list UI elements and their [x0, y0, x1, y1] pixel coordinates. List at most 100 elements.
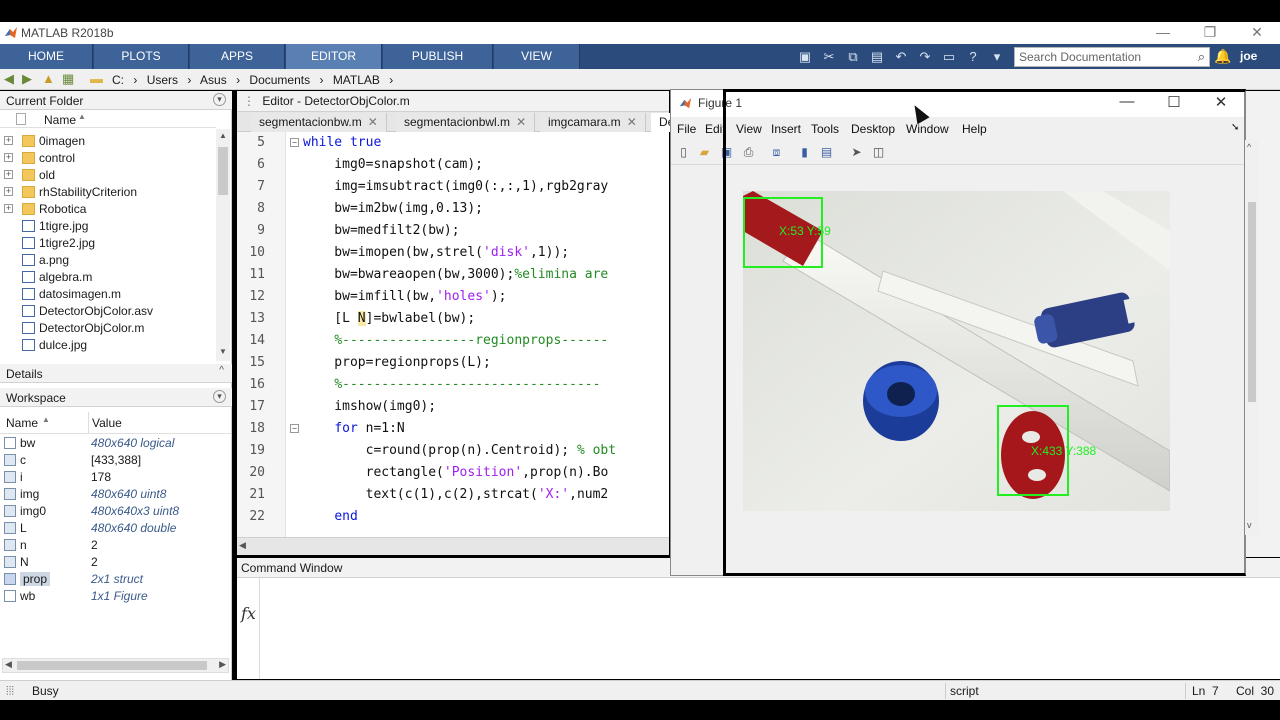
- breadcrumb-item[interactable]: C:: [112, 73, 124, 87]
- command-window[interactable]: fx: [237, 578, 1280, 679]
- list-item[interactable]: + control: [0, 150, 216, 167]
- breadcrumb-item[interactable]: Users: [147, 73, 178, 87]
- fold-toggle-icon[interactable]: −: [290, 138, 299, 147]
- scroll-up-icon[interactable]: ^: [1247, 142, 1251, 152]
- code-line[interactable]: 9 bw=medfilt2(bw);: [237, 220, 669, 242]
- list-item[interactable]: algebra.m: [0, 269, 216, 286]
- search-icon[interactable]: ⌕: [1198, 49, 1205, 65]
- paste-icon[interactable]: ▤: [867, 48, 887, 65]
- notification-bell-icon[interactable]: 🔔: [1214, 48, 1231, 64]
- value-column-header[interactable]: Value: [92, 416, 122, 430]
- code-line[interactable]: 6 img0=snapshot(cam);: [237, 154, 669, 176]
- expand-icon[interactable]: +: [4, 204, 13, 213]
- list-item[interactable]: + old: [0, 167, 216, 184]
- breadcrumb-item[interactable]: Documents: [249, 73, 310, 87]
- table-row[interactable]: img0 480x640x3 uint8: [0, 503, 231, 520]
- breadcrumb-item[interactable]: MATLAB: [333, 73, 380, 87]
- scroll-left-icon[interactable]: ◀: [5, 659, 12, 670]
- scroll-thumb[interactable]: [17, 661, 207, 670]
- table-row[interactable]: n2: [0, 537, 231, 554]
- table-row[interactable]: i 178: [0, 469, 231, 486]
- expand-icon[interactable]: +: [4, 187, 13, 196]
- editor-hscrollbar[interactable]: ◀: [237, 537, 669, 555]
- fold-toggle-icon[interactable]: −: [290, 424, 299, 433]
- redo-icon[interactable]: ↷: [915, 48, 935, 65]
- code-line[interactable]: 22 end: [237, 506, 669, 528]
- code-line[interactable]: 17 imshow(img0);: [237, 396, 669, 418]
- help-icon[interactable]: ?: [963, 48, 983, 65]
- search-documentation-input[interactable]: Search Documentation ⌕: [1014, 47, 1210, 67]
- tab-segmentacionbw[interactable]: segmentacionbw.m ✕: [251, 113, 387, 132]
- tab-plots[interactable]: PLOTS: [94, 44, 189, 69]
- tab-imgcamara[interactable]: imgcamara.m ✕: [540, 113, 646, 132]
- scroll-down-icon[interactable]: ▼: [219, 347, 227, 356]
- fx-prompt-icon[interactable]: fx: [241, 604, 256, 623]
- tab-home[interactable]: HOME: [0, 44, 93, 69]
- close-icon[interactable]: ✕: [1242, 24, 1272, 41]
- code-line[interactable]: 18 for n=1:N −: [237, 418, 669, 440]
- list-item[interactable]: 1tigre2.jpg: [0, 235, 216, 252]
- list-item[interactable]: + rhStabilityCriterion: [0, 184, 216, 201]
- tab-view[interactable]: VIEW: [494, 44, 580, 69]
- code-line[interactable]: 8 bw=im2bw(img,0.13);: [237, 198, 669, 220]
- restore-icon[interactable]: ❐: [1195, 24, 1225, 41]
- code-line[interactable]: 7 img=imsubtract(img0(:,:,1),rgb2gray: [237, 176, 669, 198]
- code-line[interactable]: 13 [L N]=bwlabel(bw);: [237, 308, 669, 330]
- workspace-hscrollbar[interactable]: ◀ ▶: [2, 658, 229, 673]
- close-tab-icon[interactable]: ✕: [627, 115, 637, 129]
- forward-arrow-icon[interactable]: ▶: [22, 71, 32, 87]
- code-line[interactable]: 12 bw=imfill(bw,'holes');: [237, 286, 669, 308]
- file-list-scrollbar[interactable]: ▲ ▼: [216, 129, 230, 361]
- options-icon[interactable]: ▾: [987, 48, 1007, 65]
- list-item[interactable]: a.png: [0, 252, 216, 269]
- minimize-icon[interactable]: —: [1148, 24, 1178, 40]
- code-line[interactable]: 16 %---------------------------------: [237, 374, 669, 396]
- code-line[interactable]: 11 bw=bwareaopen(bw,3000);%elimina are: [237, 264, 669, 286]
- tab-segmentacionbwl[interactable]: segmentacionbwl.m ✕: [396, 113, 536, 132]
- breadcrumb-item[interactable]: Asus: [200, 73, 227, 87]
- code-line[interactable]: 15 prop=regionprops(L);: [237, 352, 669, 374]
- new-figure-icon[interactable]: ▯: [675, 144, 692, 161]
- back-arrow-icon[interactable]: ◀: [4, 71, 14, 87]
- menu-file[interactable]: File: [677, 122, 696, 136]
- table-row[interactable]: c [433,388]: [0, 452, 231, 469]
- tab-apps[interactable]: APPS: [190, 44, 285, 69]
- scroll-right-icon[interactable]: ▶: [219, 659, 226, 670]
- expand-icon[interactable]: +: [4, 153, 13, 162]
- name-column-header[interactable]: Name: [6, 416, 38, 430]
- code-line[interactable]: 10 bw=imopen(bw,strel('disk',1));: [237, 242, 669, 264]
- switch-windows-icon[interactable]: ▭: [939, 48, 959, 65]
- details-header[interactable]: Details ^: [0, 364, 232, 383]
- scroll-left-icon[interactable]: ◀: [239, 540, 246, 551]
- code-line[interactable]: 14 %-----------------regionprops------: [237, 330, 669, 352]
- code-line[interactable]: 19 c=round(prop(n).Centroid); % obt: [237, 440, 669, 462]
- list-item[interactable]: 1tigre.jpg: [0, 218, 216, 235]
- code-line[interactable]: 20 rectangle('Position',prop(n).Bo: [237, 462, 669, 484]
- scroll-thumb[interactable]: [218, 147, 228, 195]
- list-item[interactable]: +0imagen: [0, 133, 216, 150]
- table-row[interactable]: bw 480x640 logical: [0, 435, 231, 452]
- scroll-down-icon[interactable]: v: [1247, 520, 1252, 530]
- list-item[interactable]: DetectorObjColor.m: [0, 320, 216, 337]
- scroll-thumb[interactable]: [1248, 202, 1256, 402]
- tab-publish[interactable]: PUBLISH: [383, 44, 493, 69]
- browse-folder-icon[interactable]: ▦: [62, 71, 74, 87]
- code-line[interactable]: 5 while true −: [237, 132, 669, 154]
- panel-actions-icon[interactable]: ▾: [213, 93, 226, 106]
- panel-actions-icon[interactable]: ▾: [213, 390, 226, 403]
- up-folder-icon[interactable]: ▲: [42, 71, 55, 86]
- expand-icon[interactable]: +: [4, 170, 13, 179]
- table-row[interactable]: L 480x640 double: [0, 520, 231, 537]
- chevron-up-icon[interactable]: ^: [219, 365, 224, 376]
- table-row[interactable]: wb 1x1 Figure: [0, 588, 231, 605]
- expand-icon[interactable]: +: [4, 136, 13, 145]
- tab-editor[interactable]: EDITOR: [286, 44, 382, 69]
- cut-icon[interactable]: ✂: [819, 48, 839, 65]
- save-icon[interactable]: ▣: [795, 48, 815, 65]
- code-editor[interactable]: 5 while true −6 img0=snapshot(cam); 7 img=i…: [237, 132, 669, 537]
- undo-icon[interactable]: ↶: [891, 48, 911, 65]
- open-file-icon[interactable]: ▰: [696, 144, 713, 161]
- scroll-up-icon[interactable]: ▲: [219, 131, 227, 140]
- close-tab-icon[interactable]: ✕: [516, 115, 526, 129]
- list-item[interactable]: dulce.jpg: [0, 337, 216, 354]
